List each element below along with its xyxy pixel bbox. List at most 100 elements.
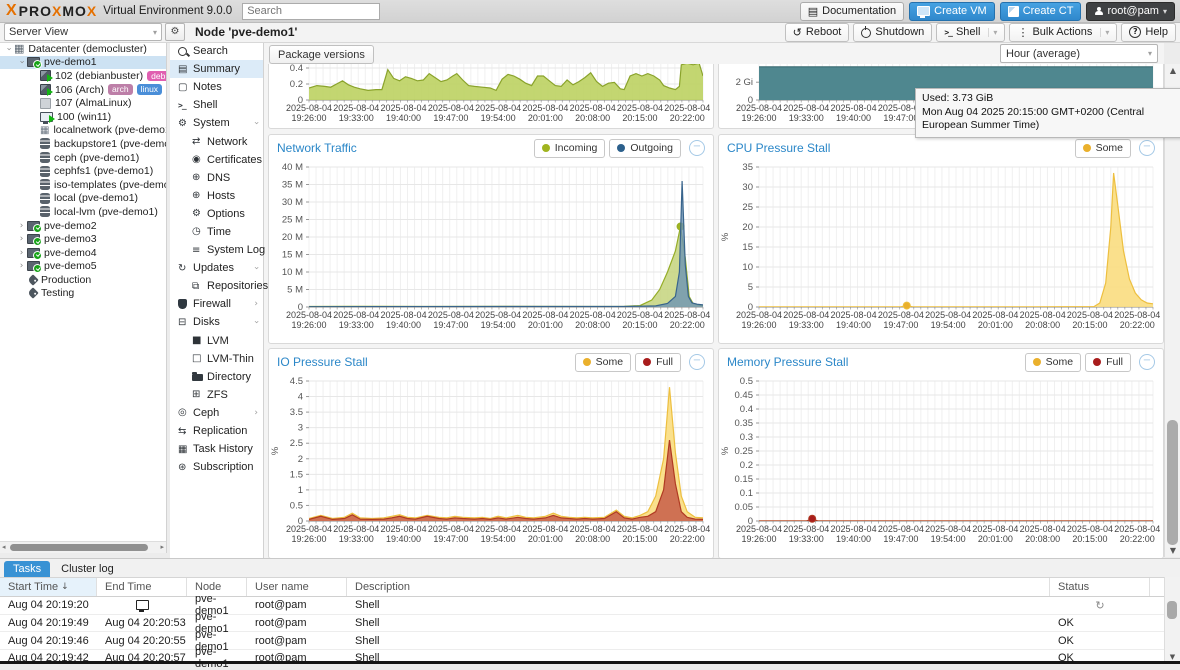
menu-item-disks[interactable]: ⊟ Disks › (170, 313, 263, 331)
scroll-right-icon[interactable]: ▸ (160, 543, 164, 551)
chevron-down-icon[interactable]: › (251, 122, 261, 126)
menu-item-certificates[interactable]: ◉ Certificates (170, 151, 263, 169)
menu-item-lvm[interactable]: ■ LVM (170, 332, 263, 350)
scrollbar-thumb[interactable] (10, 544, 148, 551)
tree-item-localnetwork-pve-demo1[interactable]: ▦ localnetwork (pve-demo1) (0, 124, 166, 138)
column-header-end-time[interactable]: End Time (97, 578, 187, 596)
tab-tasks[interactable]: Tasks (4, 561, 51, 577)
menu-item-repositories[interactable]: ⧉ Repositories (170, 277, 268, 295)
chevron-right-icon[interactable]: › (254, 408, 258, 418)
create-vm-button[interactable]: Create VM (909, 1, 995, 21)
menu-item-system-log[interactable]: ≡ System Log (170, 241, 265, 259)
package-versions-button[interactable]: Package versions (269, 45, 374, 64)
legend-toggle-some[interactable]: Some (574, 352, 632, 372)
tree-item-production[interactable]: Production (0, 273, 166, 287)
tree-item-backupstore1-pve-demo1[interactable]: backupstore1 (pve-demo1) (0, 137, 166, 151)
tree-item-pve-demo2[interactable]: › pve-demo2 (0, 219, 166, 233)
legend-toggle-full[interactable]: Full (1085, 352, 1131, 372)
column-header-description[interactable]: Description (347, 578, 1050, 596)
menu-item-search[interactable]: Search (170, 42, 263, 60)
scrollbar-thumb[interactable] (1167, 420, 1178, 545)
tree-item-102-debianbuster[interactable]: 102 (debianbuster)deblinux (0, 69, 166, 83)
menu-item-directory[interactable]: Directory (170, 368, 263, 386)
shutdown-button[interactable]: Shutdown (853, 22, 933, 42)
tree-item-pve-demo5[interactable]: › pve-demo5 (0, 260, 166, 274)
chevron-down-icon[interactable]: › (251, 321, 261, 325)
legend-toggle-incoming[interactable]: Incoming (533, 138, 606, 158)
tasks-vertical-scrollbar[interactable]: ▼ (1164, 577, 1180, 662)
expand-icon[interactable]: › (16, 234, 27, 244)
timeframe-select[interactable]: Hour (average) ▾ (1000, 44, 1158, 63)
collapse-icon[interactable]: › (17, 57, 27, 68)
menu-item-summary[interactable]: ▤ Summary (170, 60, 263, 79)
task-row[interactable]: Aug 04 20:19:49 Aug 04 20:20:53 pve-demo1 r… (0, 611, 1180, 635)
chevron-down-icon[interactable]: › (251, 266, 261, 270)
menu-item-subscription[interactable]: ⊛ Subscription (170, 458, 263, 476)
task-row[interactable]: Aug 04 20:19:42 Aug 04 20:20:57 pve-demo1 r… (0, 646, 1180, 670)
column-header-start-time[interactable]: Start Time ↓ (0, 578, 97, 596)
column-header-status[interactable]: Status (1050, 578, 1150, 596)
global-search-input[interactable] (242, 2, 381, 20)
menu-item-network[interactable]: ⇄ Network (170, 132, 263, 150)
menu-item-hosts[interactable]: ⊕ Hosts (170, 187, 263, 205)
menu-item-time[interactable]: ◷ Time (170, 223, 263, 241)
collapse-panel-icon[interactable]: − (1139, 354, 1155, 370)
tree-item-local-lvm-pve-demo1[interactable]: local-lvm (pve-demo1) (0, 205, 166, 219)
task-row[interactable]: Aug 04 20:19:20pve-demo1root@pamShell↻› (0, 593, 1180, 617)
tree-item-local-pve-demo1[interactable]: local (pve-demo1) (0, 192, 166, 206)
legend-toggle-some[interactable]: Some (1024, 352, 1082, 372)
menu-item-notes[interactable]: ▢ Notes (170, 78, 263, 96)
tree-horizontal-scrollbar[interactable]: ◂ ▸ (0, 541, 166, 553)
shell-button[interactable]: >_ Shell ▾ (936, 22, 1006, 42)
documentation-button[interactable]: ▤ Documentation (799, 1, 905, 21)
tree-item-cephfs1-pve-demo1[interactable]: cephfs1 (pve-demo1) (0, 164, 166, 178)
tree-item-ceph-pve-demo1[interactable]: ceph (pve-demo1) (0, 151, 166, 165)
tree-item-pve-demo3[interactable]: › pve-demo3 (0, 232, 166, 247)
collapse-icon[interactable]: › (4, 43, 14, 54)
column-header-user-name[interactable]: User name (247, 578, 347, 596)
menu-item-replication[interactable]: ⇆ Replication (170, 422, 263, 440)
create-ct-button[interactable]: Create CT (999, 1, 1082, 21)
legend-toggle-full[interactable]: Full (635, 352, 681, 372)
expand-icon[interactable]: › (16, 221, 27, 231)
collapse-panel-icon[interactable]: − (689, 354, 705, 370)
tree-item-iso-templates-pve-demo1[interactable]: iso-templates (pve-demo1) (0, 178, 166, 192)
tab-cluster-log[interactable]: Cluster log (52, 561, 123, 577)
chevron-down-icon[interactable]: ▾ (988, 27, 997, 37)
expand-icon[interactable]: › (16, 261, 27, 271)
help-button[interactable]: ? Help (1121, 22, 1176, 42)
scrollbar-thumb[interactable] (1167, 601, 1177, 619)
chevron-down-icon[interactable]: ▾ (1100, 27, 1109, 37)
legend-toggle-some[interactable]: Some (1074, 138, 1131, 158)
scroll-up-icon[interactable]: ▲ (1165, 66, 1180, 75)
legend-toggle-outgoing[interactable]: Outgoing (609, 138, 681, 158)
scroll-down-icon[interactable]: ▼ (1165, 546, 1180, 555)
menu-item-ceph[interactable]: ◎ Ceph › (170, 404, 263, 422)
reboot-button[interactable]: ↺ Reboot (784, 22, 850, 42)
menu-item-lvm-thin[interactable]: □ LVM-Thin (170, 350, 263, 368)
collapse-panel-icon[interactable]: − (689, 140, 705, 156)
tree-settings-button[interactable]: ⚙ (165, 23, 185, 41)
tree-item-pve-demo1[interactable]: › pve-demo1 (0, 55, 166, 70)
menu-item-system[interactable]: ⚙ System › (170, 114, 263, 132)
menu-item-firewall[interactable]: Firewall › (170, 295, 263, 313)
menu-item-dns[interactable]: ⊕ DNS (170, 169, 263, 187)
tree-item-datacenter-democluster[interactable]: › ▦ Datacenter (democluster) (0, 42, 166, 56)
menu-item-zfs[interactable]: ⊞ ZFS (170, 386, 263, 404)
tree-item-pve-demo4[interactable]: › pve-demo4 (0, 246, 166, 260)
tree-item-100-win11[interactable]: 100 (win11) (0, 110, 166, 124)
tree-item-testing[interactable]: Testing (0, 287, 166, 301)
menu-item-shell[interactable]: >_ Shell (170, 96, 263, 114)
chevron-right-icon[interactable]: › (254, 299, 258, 309)
menu-item-updates[interactable]: ↻ Updates › (170, 259, 263, 277)
tree-item-107-almalinux[interactable]: 107 (AlmaLinux) (0, 96, 166, 110)
menu-item-options[interactable]: ⚙ Options (170, 205, 263, 223)
user-menu-button[interactable]: root@pam ▾ (1086, 1, 1175, 21)
task-row[interactable]: Aug 04 20:19:46 Aug 04 20:20:55 pve-demo1 r… (0, 629, 1180, 653)
expand-icon[interactable]: › (16, 248, 27, 258)
tree-item-106-arch[interactable]: 106 (Arch) arch linux (0, 83, 166, 97)
bulk-actions-button[interactable]: ⋮ Bulk Actions ▾ (1009, 22, 1118, 42)
collapse-panel-icon[interactable]: − (1139, 140, 1155, 156)
view-select[interactable]: Server View ▾ (4, 23, 162, 41)
scroll-down-icon[interactable]: ▼ (1165, 653, 1180, 661)
